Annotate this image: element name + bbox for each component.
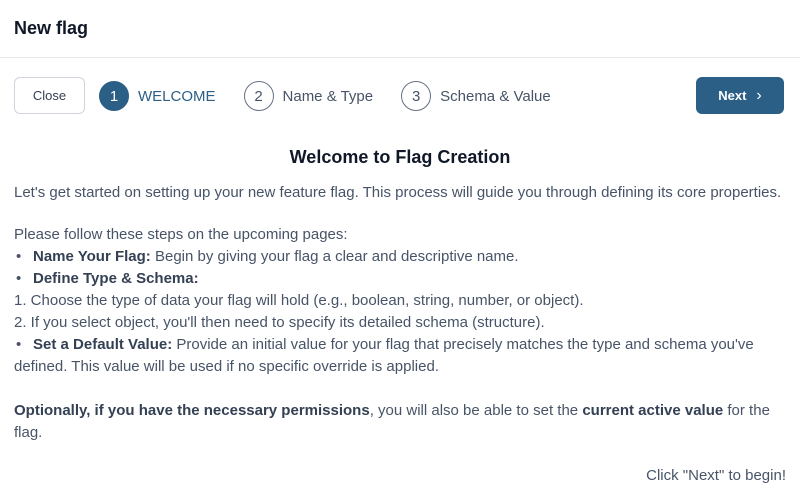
step-number: 3 <box>401 81 432 111</box>
list-item: • Define Type & Schema: <box>14 268 786 290</box>
close-button[interactable]: Close <box>14 77 85 114</box>
follow-text: Please follow these steps on the upcomin… <box>14 226 348 243</box>
step-label: Schema & Value <box>440 87 551 105</box>
bullet-icon: • <box>16 248 22 265</box>
step-label: Name & Type <box>282 87 374 105</box>
step-number: 2 <box>243 81 274 111</box>
next-button-label: Next <box>718 88 747 103</box>
welcome-content: Welcome to Flag Creation Let's get start… <box>0 146 800 487</box>
steps-list: • Name Your Flag: Begin by giving your fl… <box>14 246 786 378</box>
chevron-right-icon: › <box>756 86 762 104</box>
step-number: 1 <box>99 81 129 111</box>
stepper: 1 WELCOME 2 Name & Type 3 Schema & Value <box>99 81 579 111</box>
dialog-header: New flag <box>0 0 800 58</box>
step-welcome[interactable]: 1 WELCOME <box>99 81 216 111</box>
next-button[interactable]: Next › <box>696 77 784 114</box>
step-schema-value[interactable]: 3 Schema & Value <box>401 81 551 111</box>
bullet-icon: • <box>16 336 22 353</box>
intro-text: Let's get started on setting up your new… <box>14 184 782 201</box>
content-heading: Welcome to Flag Creation <box>289 147 511 167</box>
sub-list-item: 2. If you select object, you'll then nee… <box>14 314 545 331</box>
dialog-title: New flag <box>14 18 89 38</box>
list-item: • Set a Default Value: Provide an initial… <box>14 336 754 375</box>
step-label: WELCOME <box>138 87 216 105</box>
list-item: • Name Your Flag: Begin by giving your fl… <box>14 246 786 268</box>
wizard-toolbar: Close 1 WELCOME 2 Name & Type 3 Schema &… <box>0 58 800 134</box>
optional-text: Optionally, if you have the necessary pe… <box>14 402 770 441</box>
step-name-type[interactable]: 2 Name & Type <box>243 81 374 111</box>
bullet-icon: • <box>16 270 22 287</box>
begin-hint: Click "Next" to begin! <box>646 467 786 484</box>
sub-list-item: 1. Choose the type of data your flag wil… <box>14 292 584 309</box>
